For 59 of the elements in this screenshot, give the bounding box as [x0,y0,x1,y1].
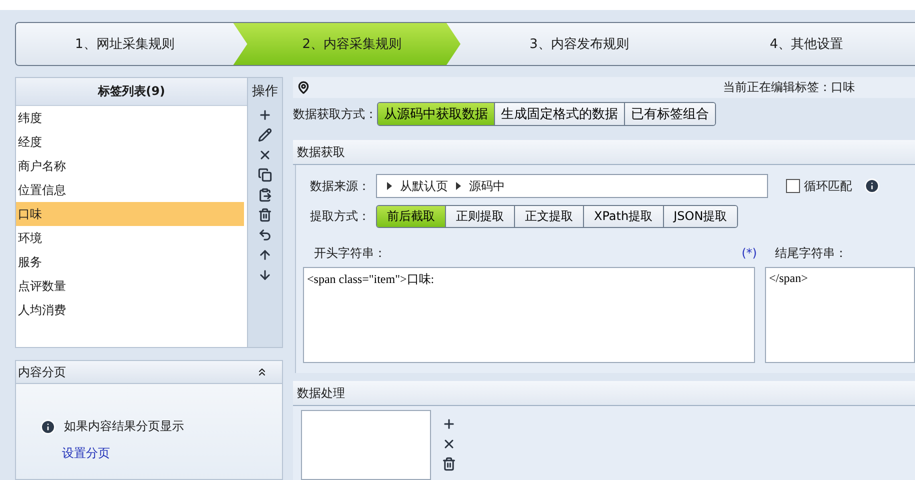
loop-match-checkbox[interactable]: 循环匹配 [786,178,852,194]
tag-list-item[interactable]: 服务 [16,250,244,274]
mode-button[interactable]: 生成固定格式的数据 [494,103,624,125]
delete-icon [442,437,456,451]
tag-list-item[interactable]: 纬度 [16,106,244,130]
tag-list-item[interactable]: 商户名称 [16,154,244,178]
source-label: 数据来源： [310,178,370,194]
operations-title: 操作 [252,83,278,101]
tag-list-item[interactable]: 位置信息 [16,178,244,202]
paste-icon [258,188,272,202]
tag-list-item[interactable]: 环境 [16,226,244,250]
wildcard-text: (*) [742,246,757,260]
mode-button[interactable]: 从源码中获取数据 [378,103,494,125]
panel-title: 内容分页 [18,364,66,380]
trash-icon [258,208,272,222]
triangle-icon [456,182,461,190]
pagination-link[interactable]: 设置分页 [62,445,282,462]
tag-list-item[interactable]: 点评数量 [16,274,244,298]
path-text: 源码中 [469,178,505,194]
edit-icon [258,128,272,142]
start-string-label: 开头字符串： [314,244,386,262]
delete-icon [258,148,272,162]
step-tab[interactable]: 1、网址采集规则 [16,23,234,65]
list-title: 标签列表(9) [16,78,247,106]
arrow-down-icon [258,268,272,282]
current-tag-text: 当前正在编辑标签：口味 [723,79,855,96]
add-icon [442,417,456,431]
checkbox-label: 循环匹配 [804,178,852,194]
extract-method-button[interactable]: XPath提取 [583,206,663,226]
mode-label: 数据获取方式： [293,106,377,122]
tag-list-item[interactable]: 人均消费 [16,298,244,322]
section-title: 数据获取 [297,144,345,160]
checkbox-box[interactable] [786,179,800,193]
tag-list-item[interactable]: 口味 [16,202,244,226]
tag-list-item[interactable]: 经度 [16,130,244,154]
start-string-field[interactable]: <span class="item">口味: [303,267,755,363]
info-icon[interactable] [864,178,880,194]
hint-text: 如果内容结果分页显示 [64,418,184,435]
path-text: 从默认页 [400,178,448,194]
undo-icon [258,228,272,242]
trash-icon [442,457,456,471]
extract-method-button[interactable]: JSON提取 [662,206,738,226]
info-icon [40,418,56,434]
end-string-field[interactable]: </span> [765,267,915,363]
extract-label: 提取方式： [310,208,370,224]
end-string-label: 结尾字符串： [775,244,848,262]
extract-method-button[interactable]: 正文提取 [514,206,583,226]
triangle-icon [387,182,392,190]
section-title: 数据处理 [297,384,345,402]
pin-icon [297,81,310,94]
arrow-up-icon [258,248,272,262]
add-icon [258,108,272,122]
collapse-icon[interactable] [256,366,268,378]
step-tab[interactable]: 2、内容采集规则 [233,23,460,65]
extract-method-button[interactable]: 正则提取 [445,206,514,226]
copy-icon [258,168,272,182]
source-field[interactable]: 从默认页 源码中 [376,174,768,198]
extract-method-button[interactable]: 前后截取 [377,206,445,226]
mode-button[interactable]: 已有标签组合 [624,103,715,125]
